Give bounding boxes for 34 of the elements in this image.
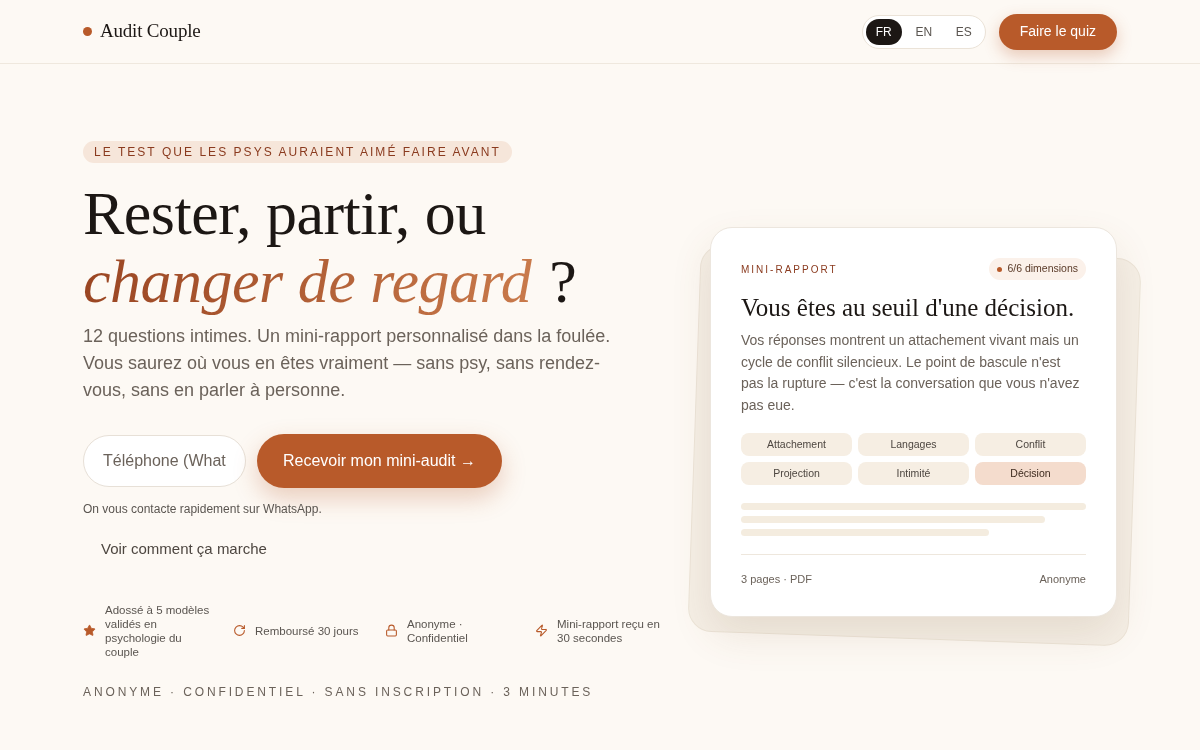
file-info-text: 3 pages · PDF — [741, 572, 812, 587]
headline-text: Rester, partir, ou — [83, 179, 487, 247]
lead-paragraph: 12 questions intimes. Un mini-rapport personnalisé dans la foulée. Vous saurez où vous en êtes vraiment — sans psy, sans rendez-vous, sans en parler à personne. — [83, 325, 612, 402]
language-tab[interactable]: EN — [905, 18, 942, 45]
submit-button[interactable]: Recevoir mon mini-audit → — [257, 434, 502, 488]
question-mark-text: ? — [549, 247, 577, 315]
phone-input-field[interactable]: Téléphone (What — [83, 435, 246, 487]
language-tab[interactable]: ES — [945, 18, 982, 45]
reassurance-text: ANONYME · CONFIDENTIEL · SANS INSCRIPTION · 3 MINUTES — [83, 683, 594, 701]
how-it-works-link[interactable]: Voir comment ça marche — [101, 538, 267, 561]
dimension-chip: Projection — [741, 462, 852, 485]
trust-text: Adossé à 5 modèles validés en psychologie du couple — [105, 602, 211, 659]
eyebrow-tag: LE TEST QUE LES PSYS AURAIENT AIMÉ FAIRE AVANT — [83, 141, 512, 163]
refresh-icon — [233, 624, 246, 637]
trust-text: Anonyme · Confidentiel — [407, 616, 469, 645]
logo-text[interactable]: Audit Couple — [100, 17, 201, 46]
trust-text: Remboursé 30 jours — [255, 623, 360, 638]
card-label: MINI-RAPPORT — [741, 262, 838, 277]
lock-icon — [385, 624, 398, 637]
star-icon — [83, 624, 96, 637]
privacy-text: Anonyme — [1039, 572, 1086, 587]
dimension-chip: Attachement — [741, 433, 852, 456]
dimension-chip: Langages — [858, 433, 969, 456]
dimension-chip: Conflit — [975, 433, 1086, 456]
dimension-chip: Décision — [975, 462, 1086, 485]
quiz-button[interactable]: Faire le quiz — [998, 13, 1117, 50]
language-tab[interactable]: FR — [865, 18, 902, 45]
dimension-chip: Intimité — [858, 462, 969, 485]
badge-text: 6/6 dimensions — [1007, 261, 1078, 277]
lightning-icon — [535, 624, 548, 637]
card-title: Vous êtes au seuil d'une décision. — [741, 293, 1076, 323]
trust-text: Mini-rapport reçu en 30 secondes — [557, 616, 661, 645]
card-paragraph: Vos réponses montrent un attachement vivant mais un cycle de conflit silencieux. Le point de bascule n'est pas la rupture — c'est la conversation que vous n'avez pas eue. — [741, 331, 1081, 415]
helper-text: On vous contacte rapidement sur WhatsApp. — [83, 501, 322, 518]
